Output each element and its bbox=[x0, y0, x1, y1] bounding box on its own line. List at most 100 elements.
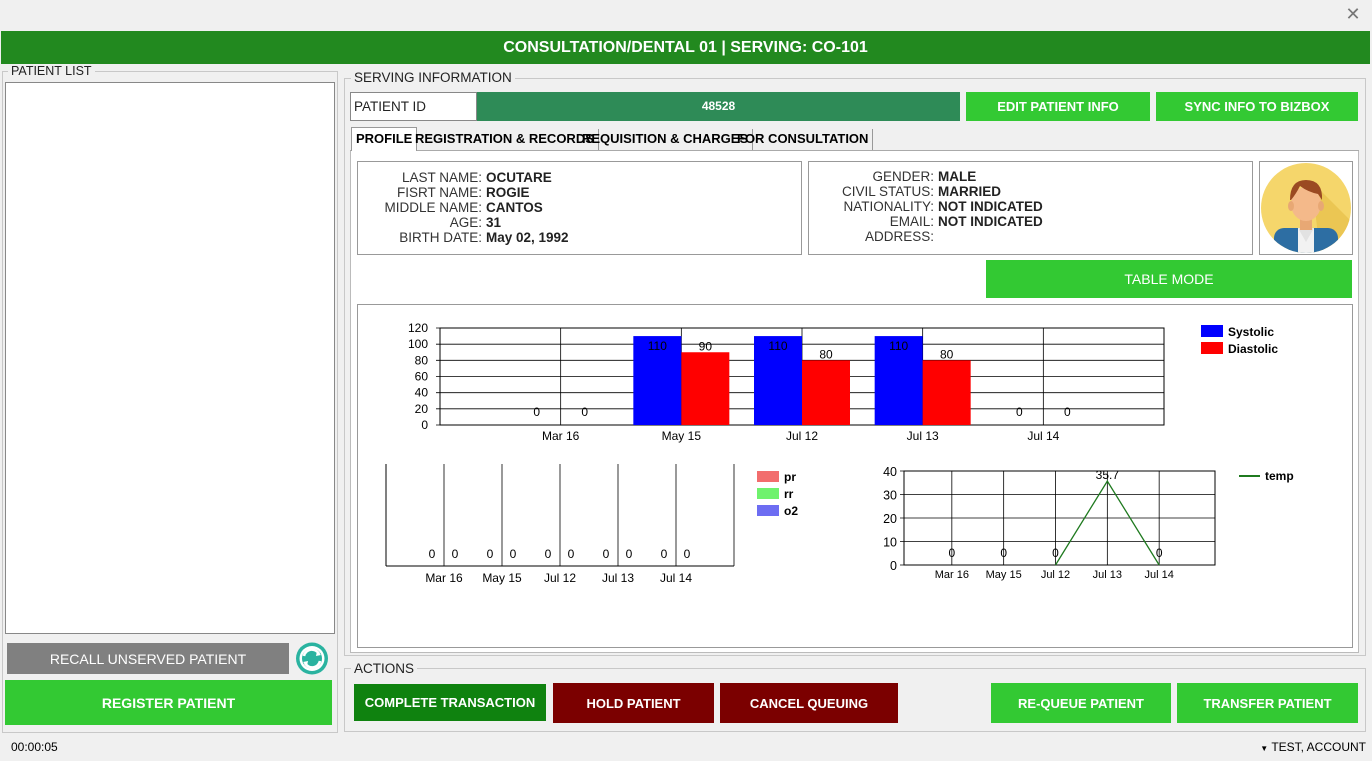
x-tick-label: Mar 16 bbox=[542, 429, 580, 443]
avatar bbox=[1259, 161, 1353, 255]
cancel-queuing-button[interactable]: CANCEL QUEUING bbox=[720, 683, 898, 723]
data-label: 0 bbox=[581, 405, 588, 419]
y-tick-label: 60 bbox=[415, 370, 429, 384]
profile-name-box: LAST NAME: OCUTARE FISRT NAME: ROGIE MID… bbox=[357, 161, 802, 255]
x-tick-label: Jul 13 bbox=[1093, 569, 1122, 581]
x-tick-label: May 15 bbox=[662, 429, 702, 443]
legend-label: o2 bbox=[784, 504, 798, 518]
chevron-down-icon: ▼ bbox=[1260, 744, 1269, 753]
data-label: 0 bbox=[1016, 405, 1023, 419]
middle-name-value: CANTOS bbox=[486, 200, 543, 215]
transfer-patient-button[interactable]: TRANSFER PATIENT bbox=[1177, 683, 1358, 723]
complete-transaction-button[interactable]: COMPLETE TRANSACTION bbox=[354, 684, 546, 721]
data-label: 90 bbox=[699, 339, 713, 353]
y-tick-label: 20 bbox=[883, 512, 897, 526]
sync-bizbox-button[interactable]: SYNC INFO TO BIZBOX bbox=[1156, 92, 1358, 121]
y-tick-label: 100 bbox=[408, 337, 428, 351]
civil-status-label: CIVIL STATUS: bbox=[841, 184, 934, 199]
requeue-patient-button[interactable]: RE-QUEUE PATIENT bbox=[991, 683, 1171, 723]
data-label: 0 bbox=[1156, 546, 1163, 560]
patient-list[interactable] bbox=[5, 82, 335, 634]
tab-registration-records[interactable]: REGISTRATION & RECORDS bbox=[411, 129, 599, 150]
x-tick-label: Jul 14 bbox=[660, 571, 692, 585]
age-label: AGE: bbox=[449, 215, 482, 230]
data-label: 110 bbox=[648, 339, 667, 353]
last-name-label: LAST NAME: bbox=[401, 170, 482, 185]
tab-requisition-charges[interactable]: REQUISITION & CHARGES bbox=[578, 129, 754, 150]
status-bar: 00:00:05 ▼ TEST, ACCOUNT bbox=[0, 735, 1372, 761]
data-label: 110 bbox=[768, 339, 787, 353]
data-label: 0 bbox=[661, 547, 668, 561]
data-label: 80 bbox=[819, 347, 833, 361]
data-label: 0 bbox=[545, 547, 552, 561]
data-label: 0 bbox=[429, 547, 436, 561]
user-avatar-icon bbox=[1261, 163, 1351, 253]
x-tick-label: Mar 16 bbox=[935, 569, 969, 581]
data-label: 0 bbox=[1000, 546, 1007, 560]
email-label: EMAIL: bbox=[889, 214, 934, 229]
data-label: 0 bbox=[568, 547, 575, 561]
tab-for-consultation[interactable]: FOR CONSULTATION bbox=[733, 129, 874, 150]
first-name-label: FISRT NAME: bbox=[396, 185, 482, 200]
birth-date-label: BIRTH DATE: bbox=[399, 230, 482, 245]
register-patient-button[interactable]: REGISTER PATIENT bbox=[5, 680, 332, 725]
y-tick-label: 80 bbox=[415, 353, 429, 367]
edit-patient-info-button[interactable]: EDIT PATIENT INFO bbox=[966, 92, 1150, 121]
data-label: 0 bbox=[626, 547, 633, 561]
birth-date-value: May 02, 1992 bbox=[486, 230, 569, 245]
age-value: 31 bbox=[486, 215, 502, 230]
legend-label: temp bbox=[1265, 469, 1294, 483]
last-name-value: OCUTARE bbox=[486, 170, 552, 185]
legend-swatch bbox=[1201, 325, 1223, 337]
x-tick-label: Jul 12 bbox=[786, 429, 818, 443]
data-label: 80 bbox=[940, 347, 954, 361]
patient-list-title: PATIENT LIST bbox=[8, 64, 95, 78]
tab-profile[interactable]: PROFILE bbox=[351, 127, 418, 151]
email-value: NOT INDICATED bbox=[938, 214, 1043, 229]
legend-swatch bbox=[757, 488, 779, 499]
session-timer: 00:00:05 bbox=[11, 740, 58, 754]
recall-unserved-button[interactable]: RECALL UNSERVED PATIENT bbox=[7, 643, 289, 674]
legend-swatch bbox=[757, 505, 779, 516]
refresh-icon[interactable] bbox=[292, 641, 332, 676]
data-label: 0 bbox=[510, 547, 517, 561]
nationality-value: NOT INDICATED bbox=[938, 199, 1043, 214]
x-tick-label: May 15 bbox=[986, 569, 1022, 581]
x-tick-label: Jul 13 bbox=[602, 571, 634, 585]
table-mode-button[interactable]: TABLE MODE bbox=[986, 260, 1352, 298]
profile-details-box: GENDER: MALE CIVIL STATUS: MARRIED NATIO… bbox=[808, 161, 1253, 255]
window-top-bar bbox=[0, 0, 1372, 31]
nationality-label: NATIONALITY: bbox=[843, 199, 934, 214]
temp-chart: 0 10 20 30 40 Mar 16 0 May 15 0 Jul 12 0 Jul 13 35.7… bbox=[883, 465, 1294, 581]
y-tick-label: 10 bbox=[883, 536, 897, 550]
address-label: ADDRESS: bbox=[864, 229, 934, 244]
account-menu[interactable]: ▼ TEST, ACCOUNT bbox=[1260, 740, 1366, 754]
data-label: 110 bbox=[889, 339, 908, 353]
data-label: 0 bbox=[603, 547, 610, 561]
x-tick-label: May 15 bbox=[482, 571, 522, 585]
x-tick-label: Mar 16 bbox=[425, 571, 463, 585]
data-label: 0 bbox=[1052, 546, 1059, 560]
data-label: 35.7 bbox=[1096, 468, 1120, 482]
x-tick-label: Jul 12 bbox=[1041, 569, 1070, 581]
y-tick-label: 40 bbox=[415, 386, 429, 400]
y-tick-label: 40 bbox=[883, 465, 897, 479]
hold-patient-button[interactable]: HOLD PATIENT bbox=[553, 683, 714, 723]
y-tick-label: 120 bbox=[408, 321, 428, 335]
gender-value: MALE bbox=[938, 169, 977, 184]
header-title: CONSULTATION/DENTAL 01 | SERVING: CO-101 bbox=[1, 31, 1370, 64]
data-label: 0 bbox=[533, 405, 540, 419]
y-tick-label: 0 bbox=[890, 559, 897, 573]
legend-label: Diastolic bbox=[1228, 342, 1278, 356]
civil-status-value: MARRIED bbox=[938, 184, 1001, 199]
legend-label: pr bbox=[784, 470, 796, 484]
data-label: 0 bbox=[487, 547, 494, 561]
legend-swatch bbox=[757, 471, 779, 482]
first-name-value: ROGIE bbox=[486, 185, 530, 200]
account-name: TEST, ACCOUNT bbox=[1271, 740, 1366, 754]
y-tick-label: 0 bbox=[421, 418, 428, 432]
gender-label: GENDER: bbox=[872, 169, 934, 184]
bar-diastolic bbox=[681, 352, 730, 425]
close-icon[interactable]: ✕ bbox=[1344, 4, 1362, 24]
x-tick-label: Jul 14 bbox=[1027, 429, 1059, 443]
